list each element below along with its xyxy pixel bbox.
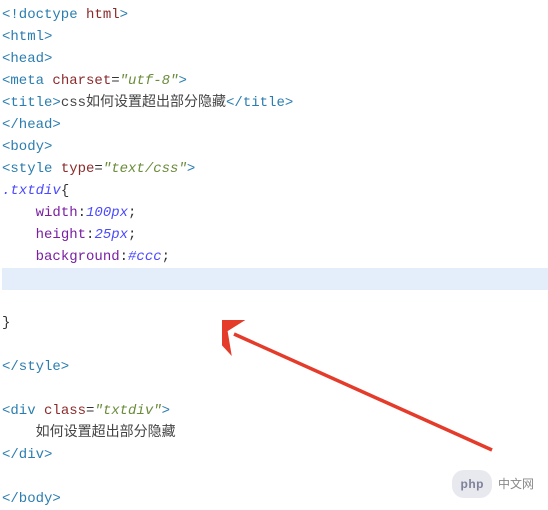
code-line: </head>: [2, 114, 548, 136]
code-line: </style>: [2, 356, 548, 378]
code-token: charset: [52, 73, 111, 89]
watermark-badge: php 中文网: [452, 470, 534, 498]
code-token: [2, 293, 10, 309]
code-token: 如何设置超出部分隐藏: [2, 425, 176, 441]
code-line: <!doctype html>: [2, 4, 548, 26]
code-line: background:#ccc;: [2, 246, 548, 268]
badge-pill: php: [452, 470, 492, 498]
code-token: width: [36, 205, 78, 221]
code-token: html: [86, 7, 120, 23]
code-line: <style type="text/css">: [2, 158, 548, 180]
code-token: >: [187, 161, 195, 177]
badge-text: 中文网: [498, 473, 534, 495]
code-line: .txtdiv{: [2, 180, 548, 202]
code-line: <title>css如何设置超出部分隐藏</title>: [2, 92, 548, 114]
code-token: :: [78, 205, 86, 221]
code-token: </body>: [2, 491, 61, 507]
code-token: type: [61, 161, 95, 177]
code-token: #ccc: [128, 249, 162, 265]
code-token: </div>: [2, 447, 52, 463]
code-token: <title>: [2, 95, 61, 111]
code-token: >: [178, 73, 186, 89]
code-token: ;: [128, 205, 136, 221]
code-token: [2, 469, 10, 485]
code-token: "txtdiv": [94, 403, 161, 419]
code-token: <style: [2, 161, 61, 177]
code-token: "utf-8": [120, 73, 179, 89]
code-token: =: [111, 73, 119, 89]
code-token: <meta: [2, 73, 52, 89]
code-token: {: [61, 183, 69, 199]
code-token: >: [120, 7, 128, 23]
code-token: [2, 337, 10, 353]
code-line: width:100px;: [2, 202, 548, 224]
code-line: height:25px;: [2, 224, 548, 246]
code-line: [2, 268, 548, 290]
code-editor: <!doctype html><html><head><meta charset…: [0, 0, 548, 510]
code-token: .txtdiv: [2, 183, 61, 199]
code-line: [2, 378, 548, 400]
code-line: <head>: [2, 48, 548, 70]
code-token: <!doctype: [2, 7, 86, 23]
code-line: [2, 290, 548, 312]
code-token: [2, 249, 36, 265]
code-line: [2, 334, 548, 356]
code-token: }: [2, 315, 10, 331]
code-line: <body>: [2, 136, 548, 158]
code-token: css如何设置超出部分隐藏: [61, 95, 226, 111]
code-token: "text/css": [103, 161, 187, 177]
code-token: >: [162, 403, 170, 419]
code-token: <body>: [2, 139, 52, 155]
code-token: [2, 205, 36, 221]
code-line: <html>: [2, 26, 548, 48]
code-line: 如何设置超出部分隐藏: [2, 422, 548, 444]
code-token: ;: [162, 249, 170, 265]
code-token: =: [94, 161, 102, 177]
code-token: <head>: [2, 51, 52, 67]
code-token: :: [120, 249, 128, 265]
code-token: [2, 271, 10, 287]
code-line: </div>: [2, 444, 548, 466]
code-token: </style>: [2, 359, 69, 375]
code-token: </head>: [2, 117, 61, 133]
code-token: class: [44, 403, 86, 419]
code-line: <meta charset="utf-8">: [2, 70, 548, 92]
code-line: <div class="txtdiv">: [2, 400, 548, 422]
code-token: background: [36, 249, 120, 265]
code-token: <div: [2, 403, 44, 419]
code-line: }: [2, 312, 548, 334]
code-token: </title>: [226, 95, 293, 111]
code-token: [2, 227, 36, 243]
code-token: 25px: [94, 227, 128, 243]
code-token: <html>: [2, 29, 52, 45]
code-token: 100px: [86, 205, 128, 221]
code-token: [2, 381, 10, 397]
code-token: ;: [128, 227, 136, 243]
code-token: height: [36, 227, 86, 243]
